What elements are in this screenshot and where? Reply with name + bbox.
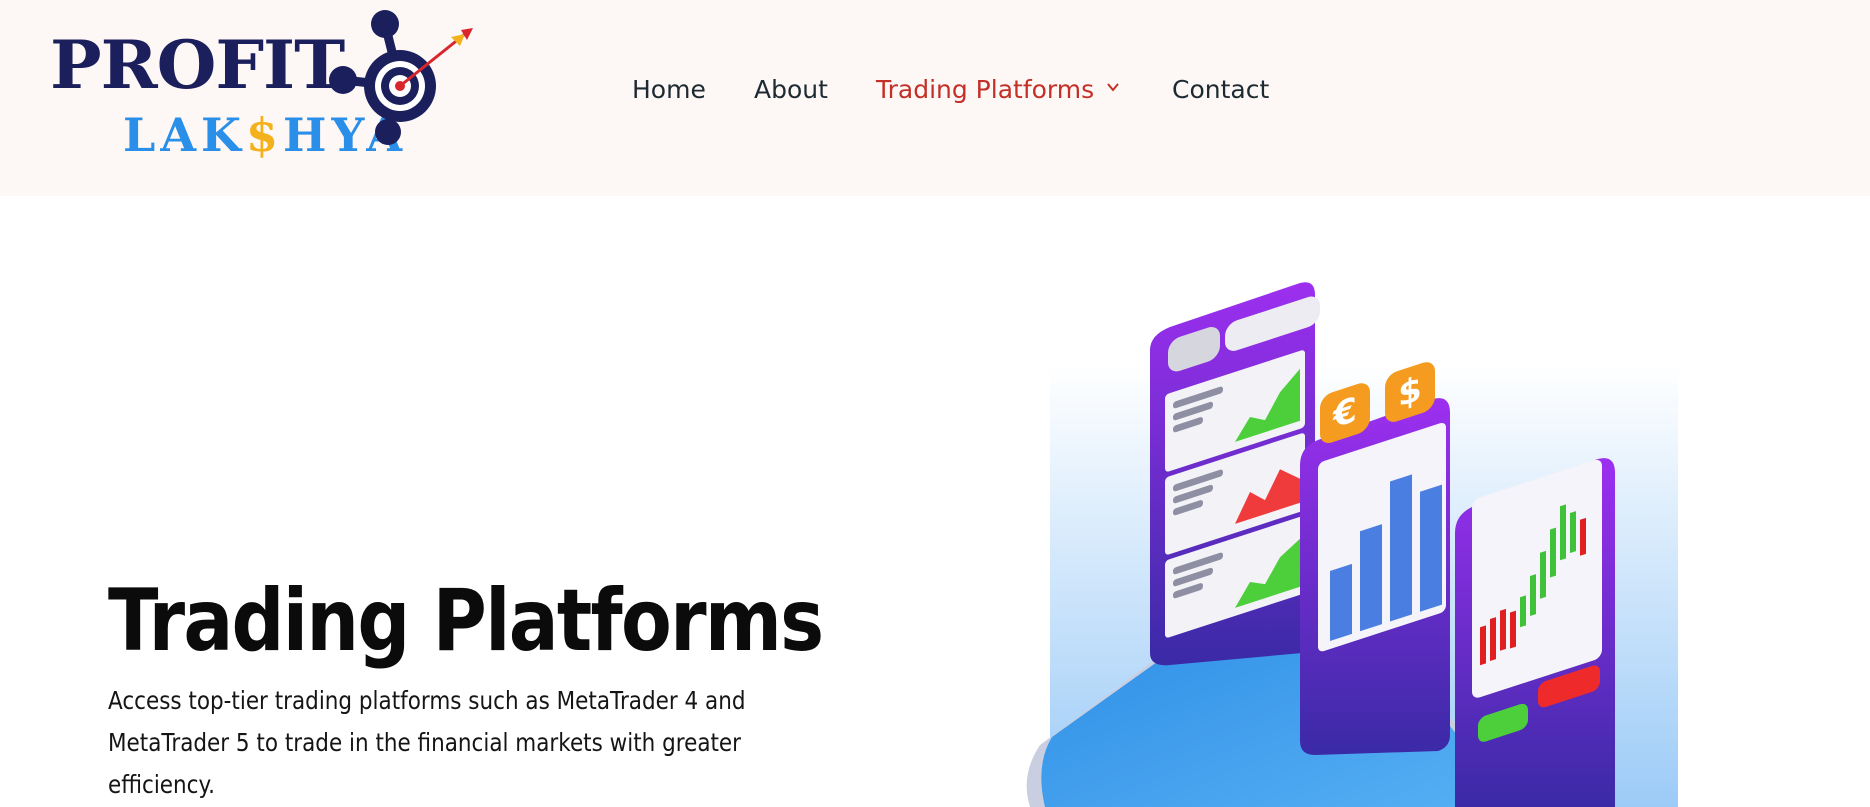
page-title: Trading Platforms [108, 570, 824, 671]
nav-about[interactable]: About [754, 70, 828, 110]
logo-dollar-sign: $ [246, 108, 284, 162]
chevron-down-icon [1107, 83, 1119, 92]
panel-market-list [1150, 282, 1320, 666]
logo-word-lak: LAK [123, 108, 247, 162]
nav-trading-platforms-label: Trading Platforms [876, 75, 1095, 104]
nav-contact[interactable]: Contact [1172, 70, 1269, 110]
dollar-icon: $ [1398, 369, 1422, 416]
trading-platforms-illustration: € $ [1026, 282, 1678, 807]
logo-target-icon [329, 10, 473, 145]
nav-trading-platforms[interactable]: Trading Platforms [876, 70, 1120, 110]
site-logo[interactable]: PROFIT LAK$HYA [45, 4, 475, 164]
logo-word-profit: PROFIT [50, 26, 345, 104]
site-header: PROFIT LAK$HYA Home About Trading Platfo… [0, 0, 1870, 196]
nav-home[interactable]: Home [632, 70, 706, 110]
panel-candlestick-chart [1455, 458, 1615, 807]
page-description: Access top-tier trading platforms such a… [108, 686, 746, 799]
euro-icon: € [1332, 390, 1357, 437]
